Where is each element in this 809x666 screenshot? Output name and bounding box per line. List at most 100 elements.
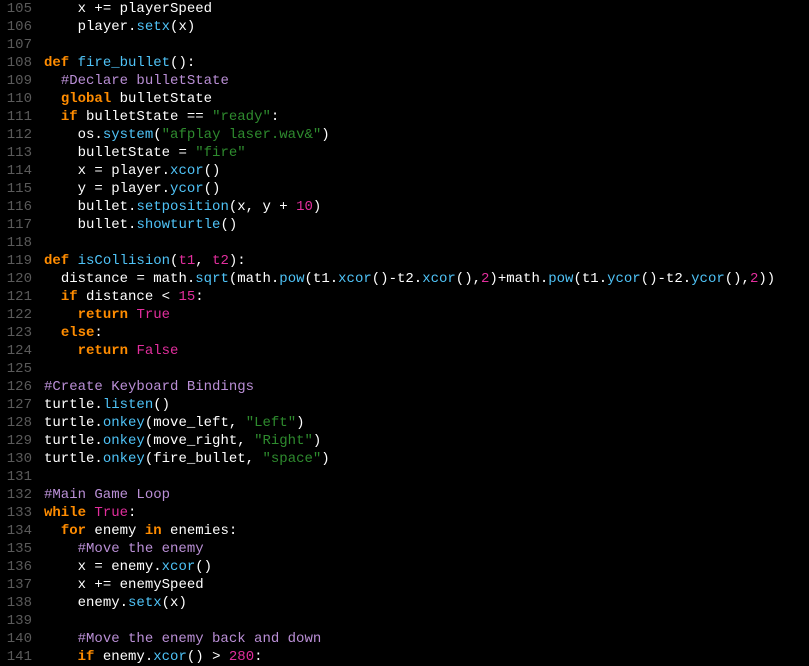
line-number: 119 [6,252,32,270]
token-kw: def [44,253,69,269]
token-call: setposition [136,199,228,215]
token-pun: : [271,109,279,125]
code-line[interactable]: #Move the enemy [44,540,809,558]
line-number: 126 [6,378,32,396]
token-op: = [94,163,102,179]
token-name: bulletState [78,145,179,161]
token-pun: ( [229,199,237,215]
token-pun: : [128,505,136,521]
code-line[interactable]: x += playerSpeed [44,0,809,18]
code-line[interactable]: if enemy.xcor() > 280: [44,648,809,666]
token-pun: . [540,271,548,287]
code-line[interactable]: return False [44,342,809,360]
token-name: playerSpeed [120,1,212,17]
token-cmt: #Move the enemy [78,541,204,557]
token-bool: False [136,343,178,359]
token-pun: : [254,649,262,665]
code-line[interactable] [44,234,809,252]
token-pun: ( [145,433,153,449]
code-line[interactable]: def isCollision(t1, t2): [44,252,809,270]
code-line[interactable]: if bulletState == "ready": [44,108,809,126]
line-number: 114 [6,162,32,180]
code-area[interactable]: x += playerSpeed player.setx(x)def fire_… [40,0,809,660]
line-number: 115 [6,180,32,198]
token-name: enemy [78,595,120,611]
token-name: bullet [78,199,128,215]
token-str: "fire" [195,145,245,161]
token-pun: () [204,181,221,197]
token-name: x [78,163,95,179]
line-number: 109 [6,72,32,90]
line-number: 136 [6,558,32,576]
token-pun: . [162,163,170,179]
token-call: xcor [153,649,187,665]
token-pun: . [599,271,607,287]
token-call: showturtle [136,217,220,233]
code-line[interactable] [44,360,809,378]
code-line[interactable]: turtle.onkey(move_left, "Left") [44,414,809,432]
code-line[interactable]: enemy.setx(x) [44,594,809,612]
line-number: 127 [6,396,32,414]
code-line[interactable]: x = enemy.xcor() [44,558,809,576]
line-number: 107 [6,36,32,54]
token-pun: , [237,433,254,449]
token-name: x [78,577,95,593]
code-line[interactable]: bullet.setposition(x, y + 10) [44,198,809,216]
code-line[interactable]: for enemy in enemies: [44,522,809,540]
code-line[interactable]: if distance < 15: [44,288,809,306]
code-line[interactable]: #Main Game Loop [44,486,809,504]
code-line[interactable] [44,36,809,54]
token-op: + [498,271,506,287]
token-pun: , [195,253,212,269]
code-line[interactable]: turtle.onkey(move_right, "Right") [44,432,809,450]
line-number-gutter: 1051061071081091101111121131141151161171… [0,0,40,660]
token-cmt: #Move the enemy back and down [78,631,322,647]
token-pun: ( [145,451,153,467]
code-line[interactable]: y = player.ycor() [44,180,809,198]
token-call: pow [279,271,304,287]
code-line[interactable]: bullet.showturtle() [44,216,809,234]
token-call: xcor [422,271,456,287]
token-op: = [94,559,102,575]
code-line[interactable]: #Create Keyboard Bindings [44,378,809,396]
token-name: enemySpeed [111,577,203,593]
token-pun: : [229,523,237,539]
code-line[interactable]: #Move the enemy back and down [44,630,809,648]
token-pun: . [153,559,161,575]
token-name: turtle [44,433,94,449]
token-kw: if [78,649,95,665]
code-line[interactable]: distance = math.sqrt(math.pow(t1.xcor()-… [44,270,809,288]
token-pun: ) [489,271,497,287]
code-line[interactable]: bulletState = "fire" [44,144,809,162]
line-number: 132 [6,486,32,504]
code-line[interactable] [44,468,809,486]
code-line[interactable] [44,612,809,630]
code-line[interactable]: x += enemySpeed [44,576,809,594]
token-pun: . [330,271,338,287]
code-line[interactable]: def fire_bullet(): [44,54,809,72]
token-name: y [78,181,95,197]
token-pun: ( [153,127,161,143]
code-line[interactable]: player.setx(x) [44,18,809,36]
token-pun: . [94,433,102,449]
token-pun: ( [162,595,170,611]
line-number: 106 [6,18,32,36]
line-number: 110 [6,90,32,108]
code-line[interactable]: global bulletState [44,90,809,108]
token-kw: global [61,91,111,107]
code-line[interactable]: while True: [44,504,809,522]
code-line[interactable]: return True [44,306,809,324]
code-line[interactable]: turtle.listen() [44,396,809,414]
code-editor[interactable]: 1051061071081091101111121131141151161171… [0,0,809,660]
code-line[interactable]: #Declare bulletState [44,72,809,90]
token-pun: () [153,397,170,413]
token-name: enemy [103,559,153,575]
token-pun: . [414,271,422,287]
token-pun: (), [456,271,481,287]
token-param: t1 [178,253,195,269]
code-line[interactable]: else: [44,324,809,342]
code-line[interactable]: os.system("afplay laser.wav&") [44,126,809,144]
code-line[interactable]: x = player.xcor() [44,162,809,180]
token-str: "afplay laser.wav&" [162,127,322,143]
code-line[interactable]: turtle.onkey(fire_bullet, "space") [44,450,809,468]
